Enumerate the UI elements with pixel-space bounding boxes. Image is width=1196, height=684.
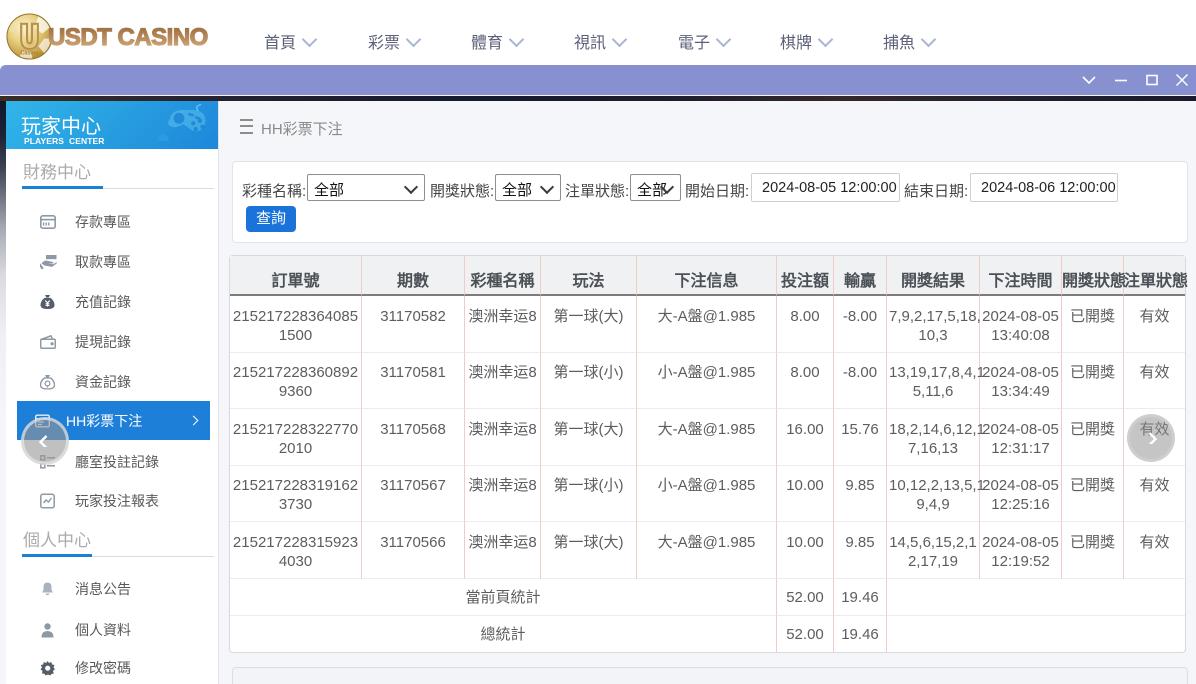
svg-text:Casino: Casino (21, 51, 40, 57)
svg-text:USDT CASINO: USDT CASINO (48, 24, 208, 51)
